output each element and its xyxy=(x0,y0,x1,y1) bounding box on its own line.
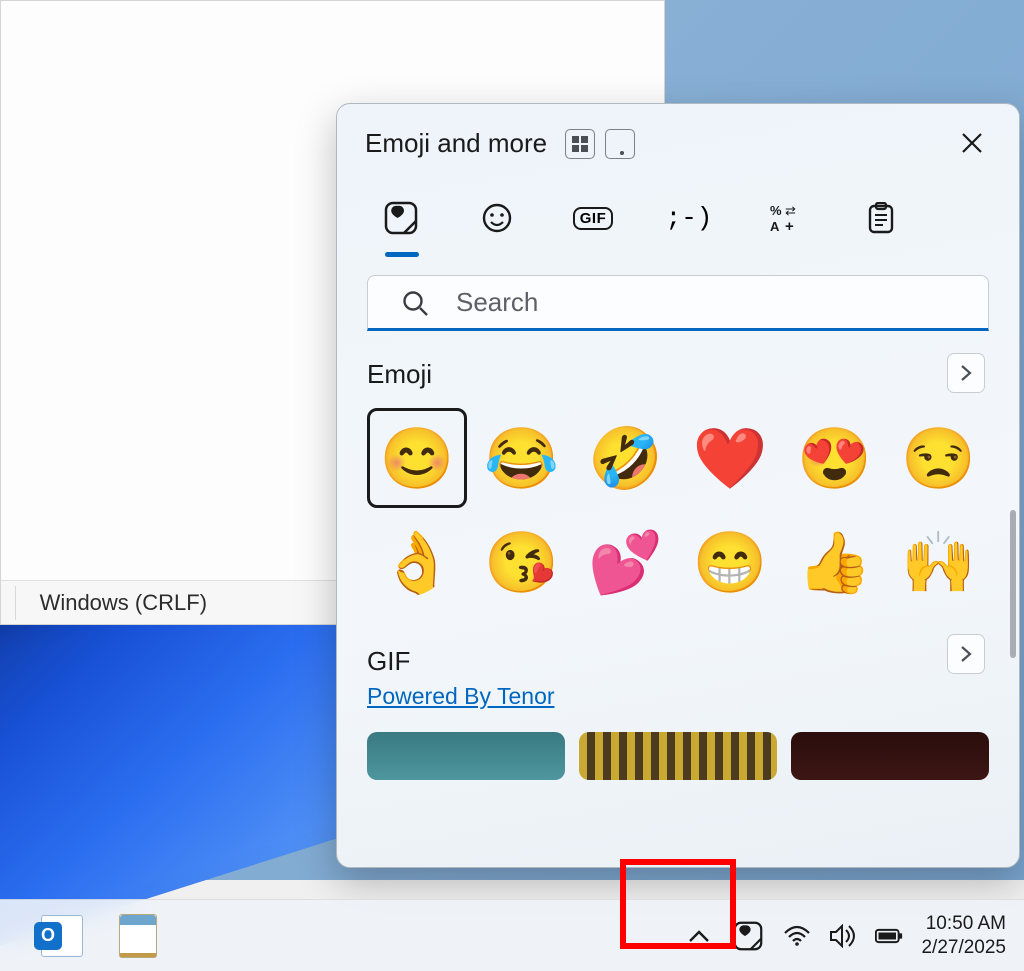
emoji-item[interactable]: 💕 xyxy=(576,512,676,612)
layout-grid-button[interactable] xyxy=(565,129,595,159)
emoji-item[interactable]: 😒 xyxy=(889,408,989,508)
status-zoom: % xyxy=(0,586,15,620)
gif-section-title: GIF xyxy=(367,646,989,677)
battery-icon xyxy=(875,926,903,946)
tab-symbols[interactable]: %⇄ A + xyxy=(763,191,807,245)
emoji-panel: Emoji and more GIF ;-) %⇄ A + xyxy=(336,103,1020,868)
speaker-icon xyxy=(829,924,857,948)
svg-text:A: A xyxy=(770,219,780,233)
close-icon xyxy=(961,132,983,154)
battery-button[interactable] xyxy=(875,922,903,950)
emoji-item[interactable]: 😘 xyxy=(471,512,571,612)
emoji-section-title: Emoji xyxy=(367,359,989,390)
gif-row xyxy=(367,732,989,780)
outlook-icon xyxy=(41,915,83,957)
tray-overflow-button[interactable] xyxy=(685,922,713,950)
emoji-item[interactable]: ❤️ xyxy=(680,408,780,508)
emoji-item[interactable]: 😊 xyxy=(367,408,467,508)
chevron-right-icon xyxy=(959,364,973,382)
gif-tile[interactable] xyxy=(367,732,565,780)
taskbar-app-outlook[interactable] xyxy=(36,910,88,962)
chevron-up-icon xyxy=(688,929,710,943)
gif-section-next[interactable] xyxy=(947,634,985,674)
search-icon xyxy=(401,289,429,322)
gif-tile[interactable] xyxy=(579,732,777,780)
emoji-item[interactable]: 🤣 xyxy=(576,408,676,508)
category-tabs: GIF ;-) %⇄ A + xyxy=(337,167,1019,245)
tab-clipboard[interactable] xyxy=(859,191,903,245)
close-button[interactable] xyxy=(953,124,991,162)
notepad-icon xyxy=(119,914,157,958)
chevron-right-icon xyxy=(959,645,973,663)
panel-scrollbar[interactable] xyxy=(1010,510,1016,658)
emoji-section-next[interactable] xyxy=(947,353,985,393)
svg-text:%: % xyxy=(770,203,782,218)
emoji-item[interactable]: 👌 xyxy=(367,512,467,612)
clock-date: 2/27/2025 xyxy=(921,936,1006,960)
gif-tile[interactable] xyxy=(791,732,989,780)
taskbar: 10:50 AM 2/27/2025 xyxy=(0,899,1024,971)
emoji-item[interactable]: 😂 xyxy=(471,408,571,508)
recent-sticker-icon xyxy=(384,201,418,235)
search-input[interactable] xyxy=(367,275,989,331)
svg-text:⇄: ⇄ xyxy=(785,203,796,218)
taskbar-clock[interactable]: 10:50 AM 2/27/2025 xyxy=(921,912,1006,960)
emoji-item[interactable]: 😁 xyxy=(680,512,780,612)
emoji-item[interactable]: 👍 xyxy=(784,512,884,612)
panel-title: Emoji and more xyxy=(365,128,547,159)
clipboard-icon xyxy=(867,202,895,234)
kaomoji-icon: ;-) xyxy=(666,203,713,233)
wifi-button[interactable] xyxy=(783,922,811,950)
tab-emoji[interactable] xyxy=(475,191,519,245)
symbols-icon: %⇄ A + xyxy=(770,203,800,233)
emoji-item[interactable]: 😍 xyxy=(784,408,884,508)
emoji-taskbar-button[interactable] xyxy=(731,922,765,950)
volume-button[interactable] xyxy=(829,922,857,950)
gif-provider-link[interactable]: Powered By Tenor xyxy=(367,683,555,709)
tab-recent[interactable] xyxy=(379,191,423,245)
dot-icon xyxy=(620,151,624,155)
taskbar-app-notepad[interactable] xyxy=(112,910,164,962)
gif-icon: GIF xyxy=(573,207,614,230)
smiley-icon xyxy=(481,202,513,234)
svg-text:+: + xyxy=(785,218,794,233)
layout-compact-button[interactable] xyxy=(605,129,635,159)
status-line-ending: Windows (CRLF) xyxy=(15,586,231,620)
recent-sticker-icon xyxy=(733,921,763,951)
tab-gif[interactable]: GIF xyxy=(571,191,615,245)
emoji-item[interactable]: 🙌 xyxy=(889,512,989,612)
clock-time: 10:50 AM xyxy=(921,912,1006,936)
tab-kaomoji[interactable]: ;-) xyxy=(667,191,711,245)
wifi-icon xyxy=(783,925,811,947)
grid-icon xyxy=(572,136,588,152)
emoji-grid: 😊 😂 🤣 ❤️ 😍 😒 👌 😘 💕 😁 👍 🙌 xyxy=(367,408,989,612)
